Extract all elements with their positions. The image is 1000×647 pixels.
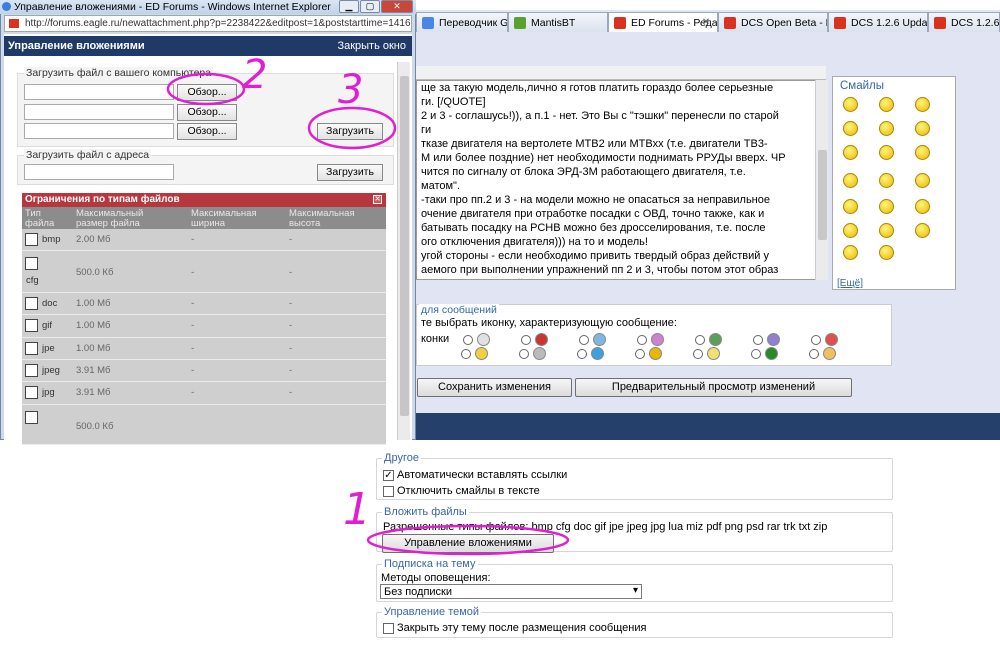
annotation-number-3: 3 xyxy=(338,67,364,113)
annotation-circle-upload xyxy=(307,106,397,150)
annotation-number-2: 2 xyxy=(242,52,268,98)
annotation-circle-browse xyxy=(166,72,246,106)
annotation-circle-manage xyxy=(366,524,570,556)
annotation-overlay xyxy=(166,72,570,556)
annotation-number-1: 1 xyxy=(343,484,371,535)
